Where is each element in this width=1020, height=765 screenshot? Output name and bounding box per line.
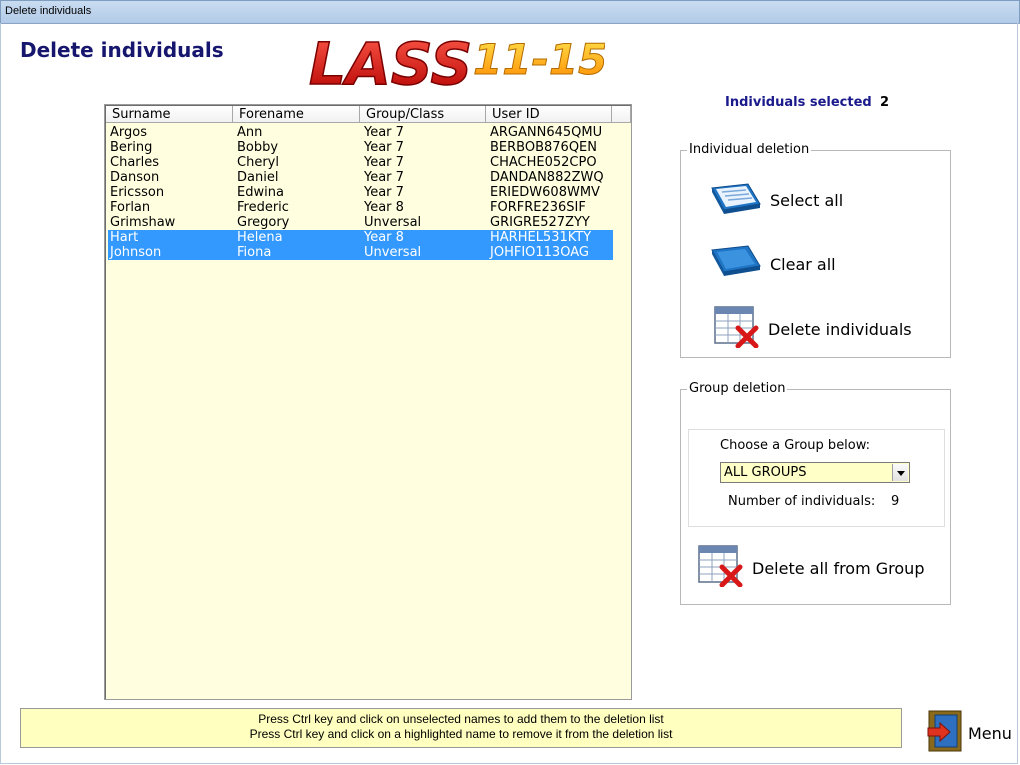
cell-forename: Helena: [237, 230, 283, 245]
tray-empty-icon: [710, 244, 762, 284]
cell-surname: Grimshaw: [110, 215, 176, 230]
page-title: Delete individuals: [20, 38, 224, 62]
delete-table-icon: [698, 545, 744, 591]
cell-surname: Hart: [110, 230, 139, 245]
exit-door-icon: [926, 710, 964, 756]
column-header-spacer: [612, 106, 631, 123]
cell-forename: Cheryl: [237, 155, 279, 170]
cell-group: Year 7: [364, 185, 404, 200]
column-header-surname[interactable]: Surname: [106, 106, 233, 123]
list-header: Surname Forename Group/Class User ID: [106, 106, 631, 124]
group-deletion-legend: Group deletion: [687, 381, 788, 396]
cell-surname: Bering: [110, 140, 153, 155]
cell-forename: Bobby: [237, 140, 279, 155]
individuals-list[interactable]: Surname Forename Group/Class User ID Arg…: [104, 104, 632, 700]
cell-group: Year 7: [364, 125, 404, 140]
cell-user-id: ARGANN645QMU: [490, 125, 603, 140]
cell-forename: Edwina: [237, 185, 284, 200]
table-row[interactable]: Johnson Fiona Unversal JOHFIO113OAG: [108, 245, 613, 260]
cell-forename: Daniel: [237, 170, 279, 185]
window-title: Delete individuals: [5, 5, 92, 17]
instruction-line-2: Press Ctrl key and click on a highlighte…: [249, 727, 673, 741]
table-row[interactable]: Charles Cheryl Year 7 CHACHE052CPO: [108, 155, 613, 170]
cell-surname: Charles: [110, 155, 160, 170]
cell-surname: Forlan: [110, 200, 151, 215]
delete-individuals-label: Delete individuals: [768, 319, 912, 339]
clear-all-label: Clear all: [770, 254, 836, 274]
cell-surname: Ericsson: [110, 185, 165, 200]
individuals-selected-count: 2: [880, 95, 890, 110]
select-all-label: Select all: [770, 190, 844, 210]
delete-all-from-group-label: Delete all from Group: [752, 558, 925, 578]
select-all-button[interactable]: Select all: [710, 180, 843, 220]
number-of-individuals-value: 9: [891, 494, 900, 509]
table-row[interactable]: Argos Ann Year 7 ARGANN645QMU: [108, 125, 613, 140]
table-row[interactable]: Bering Bobby Year 7 BERBOB876QEN: [108, 140, 613, 155]
cell-group: Year 7: [364, 155, 404, 170]
cell-group: Unversal: [364, 245, 422, 260]
cell-user-id: ERIEDW608WMV: [490, 185, 600, 200]
table-row[interactable]: Grimshaw Gregory Unversal GRIGRE527ZYY: [108, 215, 613, 230]
cell-group: Year 8: [364, 200, 404, 215]
table-row[interactable]: Forlan Frederic Year 8 FORFRE236SIF: [108, 200, 613, 215]
cell-surname: Johnson: [110, 245, 162, 260]
choose-group-label: Choose a Group below:: [720, 438, 871, 453]
instruction-line-1: Press Ctrl key and click on unselected n…: [258, 712, 664, 726]
dropdown-arrow-icon[interactable]: [892, 464, 908, 481]
cell-forename: Gregory: [237, 215, 290, 230]
svg-text:LASS: LASS: [309, 30, 472, 92]
table-row[interactable]: Danson Daniel Year 7 DANDAN882ZWQ: [108, 170, 613, 185]
menu-button[interactable]: Menu: [926, 710, 1012, 756]
cell-forename: Ann: [237, 125, 263, 140]
delete-table-icon: [714, 306, 760, 352]
table-row[interactable]: Ericsson Edwina Year 7 ERIEDW608WMV: [108, 185, 613, 200]
individual-deletion-legend: Individual deletion: [687, 142, 812, 157]
cell-user-id: FORFRE236SIF: [490, 200, 586, 215]
delete-all-from-group-button[interactable]: Delete all from Group: [698, 545, 924, 591]
svg-text:11-15: 11-15: [473, 35, 605, 84]
cell-user-id: CHACHE052CPO: [490, 155, 597, 170]
cell-user-id: HARHEL531KTY: [490, 230, 592, 245]
number-of-individuals-label: Number of individuals:: [728, 494, 876, 509]
table-row[interactable]: Hart Helena Year 8 HARHEL531KTY: [108, 230, 613, 245]
cell-surname: Danson: [110, 170, 160, 185]
cell-user-id: BERBOB876QEN: [490, 140, 597, 155]
lass-logo-graphic: LASS 11-15: [308, 29, 608, 99]
tray-full-icon: [710, 180, 762, 220]
group-select[interactable]: ALL GROUPS: [720, 462, 910, 483]
cell-user-id: DANDAN882ZWQ: [490, 170, 604, 185]
menu-label: Menu: [968, 723, 1012, 743]
column-header-forename[interactable]: Forename: [233, 106, 360, 123]
delete-individuals-button[interactable]: Delete individuals: [714, 306, 912, 352]
list-rows: Argos Ann Year 7 ARGANN645QMU Bering Bobby Yea…: [108, 125, 613, 260]
cell-forename: Fiona: [237, 245, 272, 260]
individuals-selected-label: Individuals selected: [725, 95, 872, 110]
cell-user-id: GRIGRE527ZYY: [490, 215, 590, 230]
cell-group: Unversal: [364, 215, 422, 230]
column-header-group[interactable]: Group/Class: [360, 106, 486, 123]
window-titlebar: Delete individuals: [0, 0, 1020, 24]
cell-group: Year 8: [364, 230, 404, 245]
cell-user-id: JOHFIO113OAG: [490, 245, 589, 260]
group-select-value: ALL GROUPS: [724, 465, 807, 480]
clear-all-button[interactable]: Clear all: [710, 244, 836, 284]
lass-logo: LASS 11-15: [305, 28, 608, 99]
cell-group: Year 7: [364, 170, 404, 185]
cell-forename: Frederic: [237, 200, 289, 215]
cell-group: Year 7: [364, 140, 404, 155]
instructions-bar: Press Ctrl key and click on unselected n…: [20, 708, 902, 748]
cell-surname: Argos: [110, 125, 147, 140]
column-header-user-id[interactable]: User ID: [486, 106, 612, 123]
